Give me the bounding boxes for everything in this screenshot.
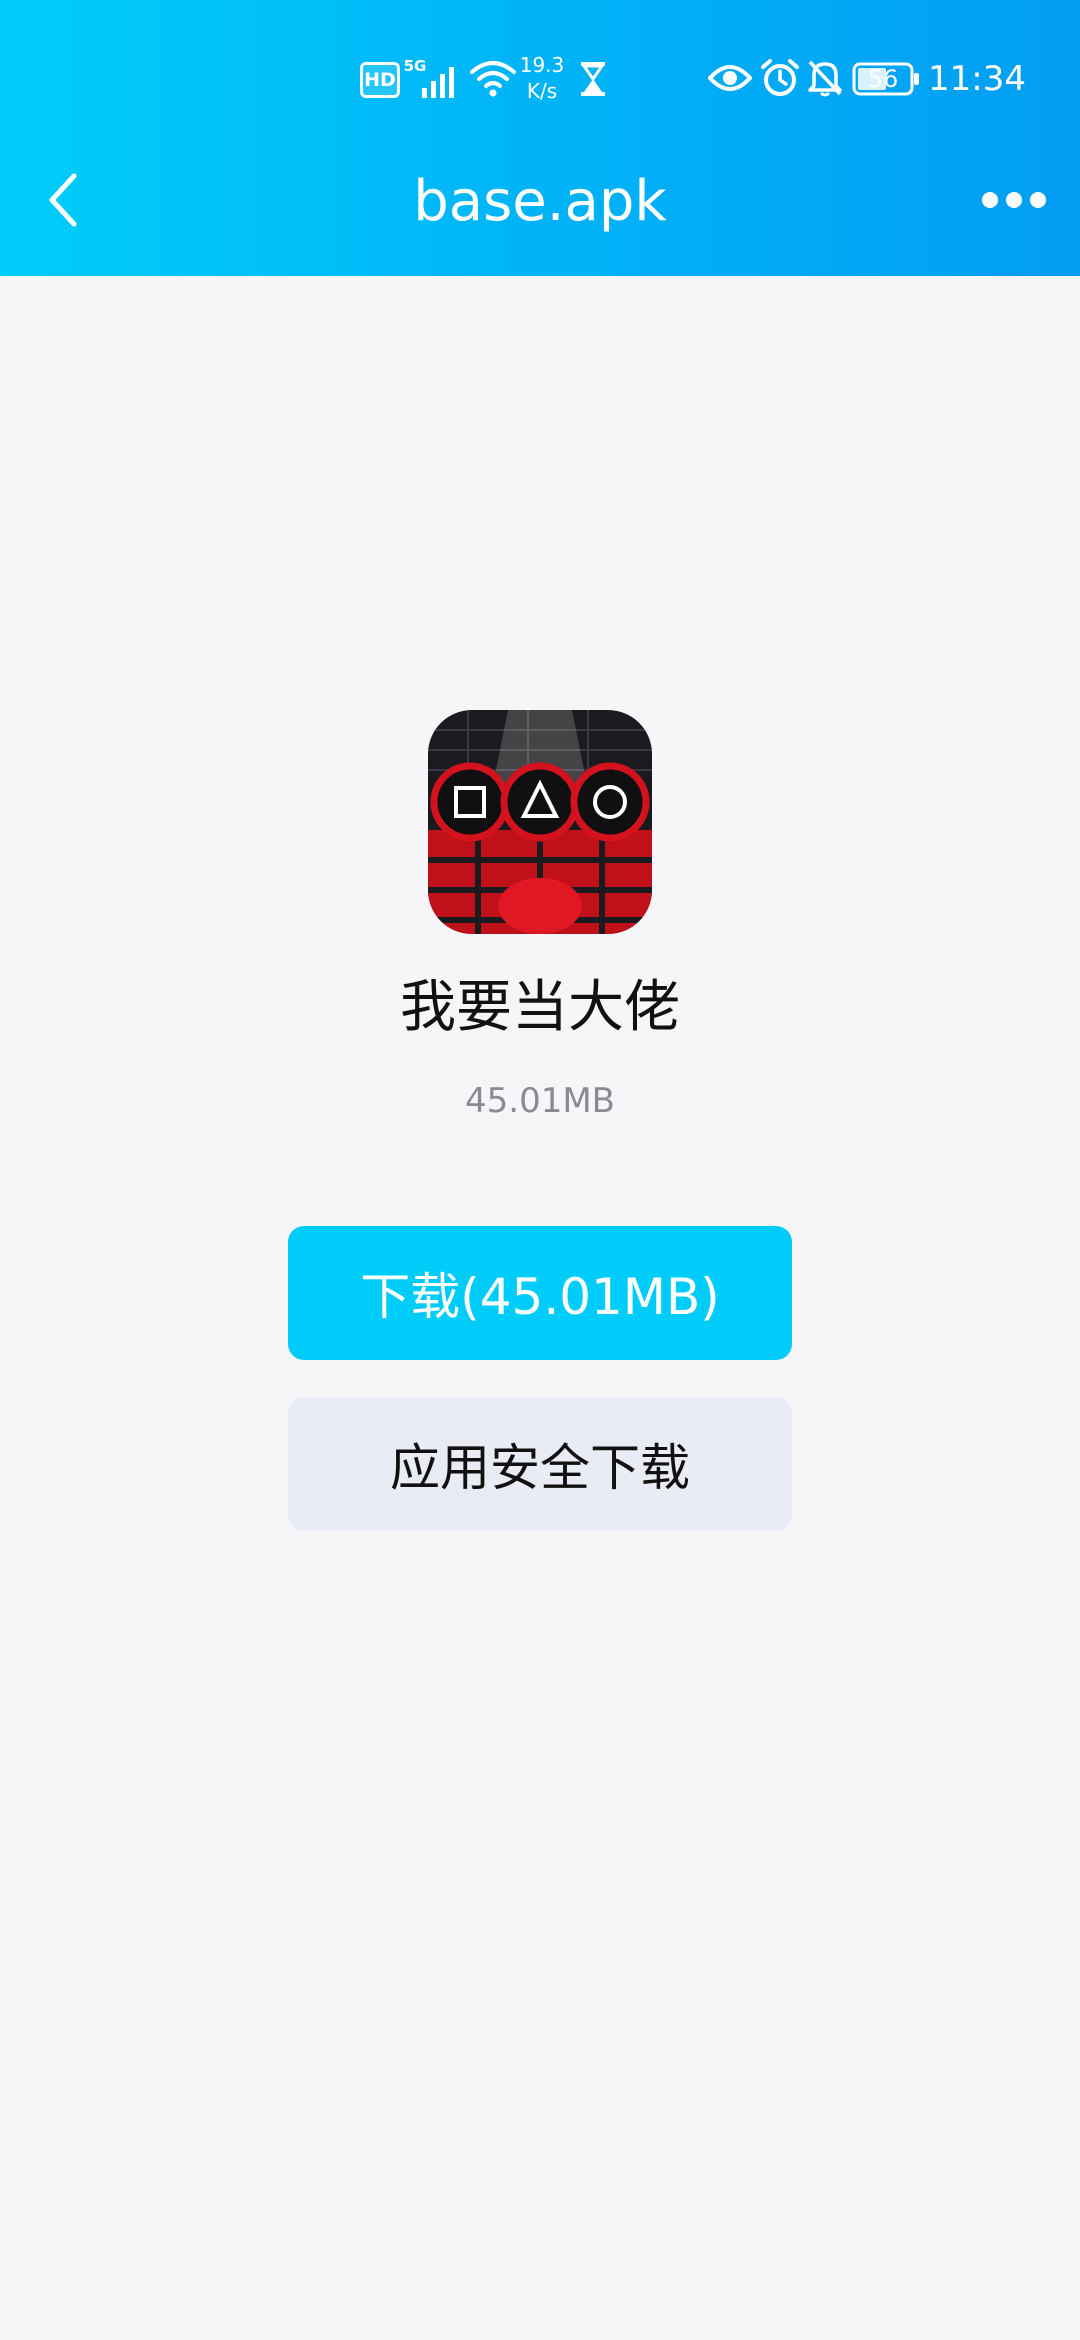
signal-icon [420,60,462,100]
page-title: base.apk [413,169,667,234]
status-bar: HD 5G 19.3 K/s 56 11:34 [0,0,1080,160]
battery-icon: 56 [852,62,920,96]
clock: 11:34 [928,59,1026,99]
hd-icon: HD [360,62,400,98]
back-icon[interactable] [44,168,80,232]
network-speed: 19.3 K/s [514,50,570,106]
hourglass-icon [578,60,608,98]
battery-level: 56 [867,65,899,93]
wifi-icon [468,58,518,100]
speed-value: 19.3 [519,53,565,77]
download-button[interactable]: 下载(45.01MB) [288,1226,792,1360]
more-icon[interactable] [978,188,1050,212]
speed-unit: K/s [526,79,558,103]
top-bar: HD 5G 19.3 K/s 56 11:34 base.apk [0,0,1080,276]
app-size: 45.01MB [465,1081,615,1121]
alarm-icon [760,58,800,98]
safe-download-button[interactable]: 应用安全下载 [288,1397,792,1531]
mute-icon [806,58,844,98]
eye-icon [708,62,752,94]
app-name: 我要当大佬 [400,975,680,1040]
app-icon [428,710,652,934]
